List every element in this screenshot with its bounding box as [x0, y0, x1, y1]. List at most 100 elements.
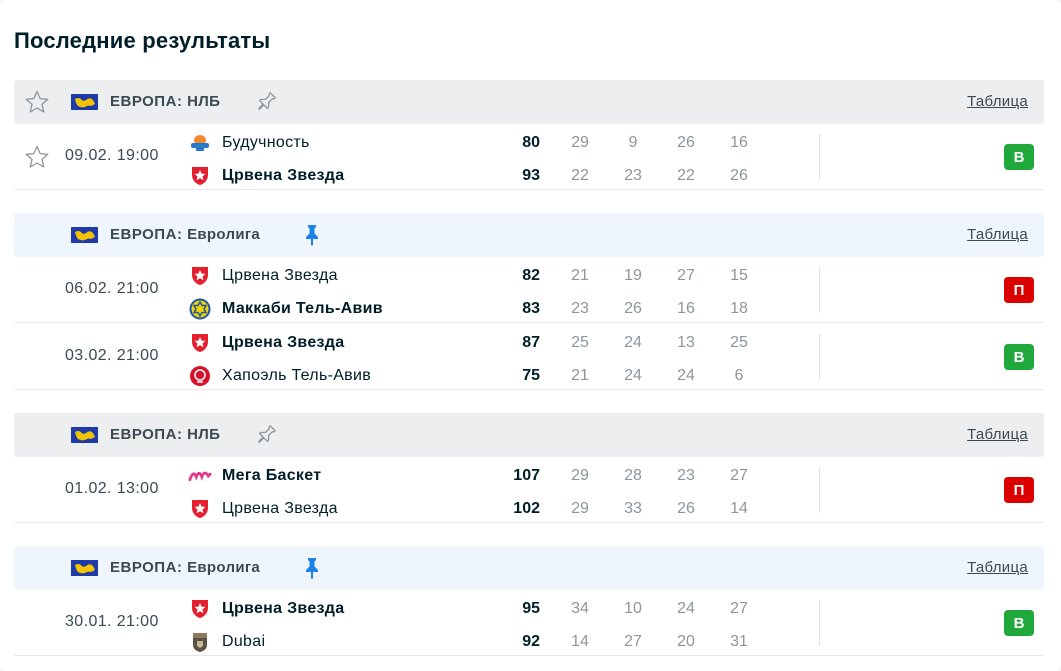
league-pin-button[interactable] [254, 423, 278, 447]
quarter-score: 15 [730, 267, 748, 284]
standings-table-link[interactable]: Таблица [967, 426, 1028, 443]
quarter-score: 26 [624, 300, 642, 317]
section-title: Последние результаты [14, 28, 271, 53]
standings-table-link[interactable]: Таблица [967, 226, 1028, 243]
league-country: ЕВРОПА [110, 93, 177, 110]
column-divider [819, 467, 820, 513]
quarter-score: 18 [730, 300, 748, 317]
away-team[interactable]: Маккаби Тель-Авив [188, 298, 383, 320]
league-competition: Евролига [187, 226, 261, 243]
match-date: 30.01. 21:00 [65, 613, 159, 630]
match-date: 03.02. 21:00 [65, 347, 159, 364]
match-date: 09.02. 19:00 [65, 147, 159, 164]
result-badge: П [1004, 277, 1034, 303]
league-competition: Евролига [187, 559, 261, 576]
league-header: ЕВРОПА: НЛБ Таблица [14, 80, 1044, 124]
match-row[interactable]: 30.01. 21:00 Црвена Звезда Dubai 95 92 3… [14, 590, 1044, 656]
league-header: ЕВРОПА: НЛБ Таблица [14, 413, 1044, 457]
team-logo [188, 132, 212, 154]
quarter-score: 13 [677, 334, 695, 351]
quarter-score: 20 [677, 633, 695, 650]
team-name: Будучность [222, 134, 310, 151]
standings-table-link[interactable]: Таблица [967, 93, 1028, 110]
quarter-score: 26 [677, 134, 695, 151]
league-pin-button[interactable] [300, 223, 324, 247]
home-team[interactable]: Црвена Звезда [188, 598, 344, 620]
match-row[interactable]: 06.02. 21:00 Црвена Звезда Маккаби Тель-… [14, 257, 1044, 323]
quarter-score: 19 [624, 267, 642, 284]
quarter-score: 14 [571, 633, 589, 650]
league-competition: НЛБ [187, 426, 221, 443]
home-team[interactable]: Мега Баскет [188, 465, 321, 487]
away-total-score: 93 [522, 167, 540, 184]
team-logo [188, 465, 212, 487]
match-favorite-star[interactable] [24, 144, 50, 170]
pin-icon-active[interactable] [300, 556, 324, 580]
away-team[interactable]: Хапоэль Тель-Авив [188, 365, 371, 387]
home-team[interactable]: Будучность [188, 132, 310, 154]
team-name: Црвена Звезда [222, 267, 338, 284]
team-name: Хапоэль Тель-Авив [222, 367, 372, 384]
star-icon[interactable] [24, 144, 50, 170]
quarter-score: 24 [677, 600, 695, 617]
team-name: Dubai [222, 633, 266, 650]
hapoel-logo [190, 366, 210, 386]
league-pin-button[interactable] [300, 556, 324, 580]
quarter-score: 29 [571, 134, 589, 151]
league-header: ЕВРОПА: Евролига Таблица [14, 213, 1044, 257]
league-country: ЕВРОПА [110, 426, 177, 443]
column-divider [819, 134, 820, 180]
team-name: Црвена Звезда [222, 334, 345, 351]
league-favorite-star[interactable] [24, 89, 50, 115]
star-icon[interactable] [24, 89, 50, 115]
results-panel: Последние результаты ЕВРОПА: НЛБ Таблица… [0, 0, 1061, 671]
quarter-score: 23 [571, 300, 589, 317]
team-logo [188, 498, 212, 520]
quarter-score: 29 [571, 500, 589, 517]
maccabi-logo [189, 298, 211, 320]
quarter-score: 16 [677, 300, 695, 317]
league-name[interactable]: ЕВРОПА: Евролига [110, 559, 260, 576]
quarter-score: 22 [677, 167, 695, 184]
quarter-score: 23 [677, 467, 695, 484]
team-name: Црвена Звезда [222, 600, 345, 617]
crvena-zvezda-logo [192, 167, 208, 185]
home-total-score: 80 [522, 134, 540, 151]
pin-icon-active[interactable] [300, 223, 324, 247]
league-country: ЕВРОПА [110, 559, 177, 576]
league-header: ЕВРОПА: Евролига Таблица [14, 546, 1044, 590]
crvena-zvezda-logo [192, 334, 208, 352]
league-name[interactable]: ЕВРОПА: НЛБ [110, 426, 220, 443]
column-divider [819, 334, 820, 380]
quarter-score: 25 [730, 334, 748, 351]
away-total-score: 83 [522, 300, 540, 317]
pin-icon[interactable] [254, 423, 278, 447]
away-team[interactable]: Црвена Звезда [188, 165, 344, 187]
match-row[interactable]: 01.02. 13:00 Мега Баскет Црвена Звезда 1… [14, 457, 1044, 523]
team-logo [188, 365, 212, 387]
home-team[interactable]: Црвена Звезда [188, 332, 344, 354]
quarter-score: 28 [624, 467, 642, 484]
away-team[interactable]: Црвена Звезда [188, 498, 338, 520]
quarter-score: 23 [624, 167, 642, 184]
home-team[interactable]: Црвена Звезда [188, 265, 338, 287]
match-row[interactable]: 03.02. 21:00 Црвена Звезда Хапоэль Тель-… [14, 324, 1044, 390]
pin-icon[interactable] [254, 90, 278, 114]
league-name[interactable]: ЕВРОПА: Евролига [110, 226, 260, 243]
result-badge: В [1004, 144, 1034, 170]
mega-basket-logo [188, 471, 212, 482]
team-name: Маккаби Тель-Авив [222, 300, 383, 317]
league-country: ЕВРОПА [110, 226, 177, 243]
league-name[interactable]: ЕВРОПА: НЛБ [110, 93, 220, 110]
quarter-score: 24 [677, 367, 695, 384]
quarter-score: 27 [677, 267, 695, 284]
match-date: 01.02. 13:00 [65, 480, 159, 497]
league-pin-button[interactable] [254, 90, 278, 114]
standings-table-link[interactable]: Таблица [967, 559, 1028, 576]
match-row[interactable]: 09.02. 19:00 Будучность Црвена Звезда 80… [14, 124, 1044, 190]
team-name: Црвена Звезда [222, 167, 345, 184]
away-team[interactable]: Dubai [188, 631, 265, 653]
team-logo [188, 165, 212, 187]
europe-flag-icon [71, 227, 98, 243]
away-total-score: 102 [513, 500, 540, 517]
